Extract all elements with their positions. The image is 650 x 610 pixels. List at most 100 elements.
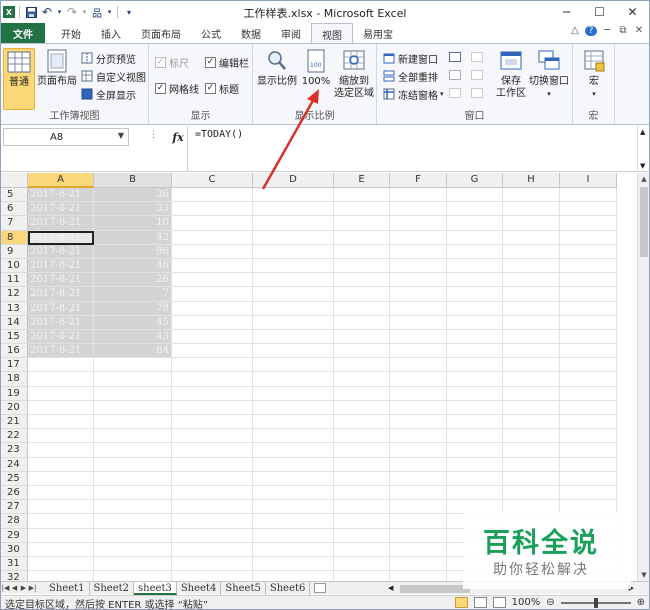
cell-empty[interactable] (334, 230, 390, 245)
row-header[interactable]: 24 (1, 457, 28, 472)
cell-a[interactable] (28, 542, 94, 557)
cell-empty[interactable] (253, 287, 334, 302)
cell-empty[interactable] (253, 386, 334, 401)
cell-empty[interactable] (503, 202, 560, 217)
row-header[interactable]: 10 (1, 258, 28, 274)
normal-view-button[interactable]: 普通 (3, 48, 35, 110)
cell-empty[interactable] (447, 188, 503, 203)
cell-empty[interactable] (503, 273, 560, 288)
cell-a[interactable] (28, 471, 94, 486)
custom-command-dropdown-icon[interactable]: ▾ (106, 4, 113, 20)
insert-sheet-icon[interactable] (314, 583, 327, 593)
cell-empty[interactable] (172, 500, 253, 515)
cell-b[interactable]: 36 (94, 188, 172, 203)
cell-empty[interactable] (172, 301, 253, 316)
headings-checkbox[interactable]: ✓ 标题 (205, 80, 239, 96)
cell-empty[interactable] (390, 258, 447, 274)
column-header-c[interactable]: C (172, 173, 253, 188)
cell-empty[interactable] (503, 485, 560, 501)
cell-empty[interactable] (560, 244, 617, 259)
cell-empty[interactable] (390, 514, 447, 529)
cell-empty[interactable] (334, 471, 390, 486)
zoom-in-icon[interactable]: ⊕ (637, 597, 645, 608)
tab-review[interactable]: 审阅 (271, 23, 311, 43)
cell-b[interactable] (94, 571, 172, 581)
cell-empty[interactable] (447, 216, 503, 231)
cell-empty[interactable] (447, 301, 503, 316)
cell-empty[interactable] (560, 315, 617, 330)
cell-empty[interactable] (172, 571, 253, 581)
cell-empty[interactable] (503, 244, 560, 259)
cell-empty[interactable] (172, 273, 253, 288)
cell-empty[interactable] (253, 202, 334, 217)
formula-bar-dots-icon[interactable]: ⋮ (149, 130, 158, 140)
cell-b[interactable]: 43 (94, 329, 172, 345)
zoom-out-icon[interactable]: ⊖ (546, 597, 554, 608)
cell-empty[interactable] (390, 571, 447, 581)
cell-empty[interactable] (253, 571, 334, 581)
cell-empty[interactable] (560, 400, 617, 415)
tab-page-layout[interactable]: 页面布局 (131, 23, 191, 43)
cell-empty[interactable] (447, 344, 503, 359)
cell-empty[interactable] (390, 273, 447, 288)
cell-empty[interactable] (172, 188, 253, 203)
row-header[interactable]: 32 (1, 571, 28, 581)
reset-position-icon[interactable] (471, 88, 483, 98)
cell-empty[interactable] (172, 528, 253, 543)
cell-empty[interactable] (172, 230, 253, 245)
column-header-g[interactable]: G (447, 173, 503, 188)
cell-a[interactable] (28, 415, 94, 430)
cell-empty[interactable] (447, 230, 503, 245)
formula-bar-checkbox[interactable]: ✓ 编辑栏 (205, 54, 249, 70)
cell-a[interactable]: 2017-8-21 (28, 230, 94, 245)
arrange-all-button[interactable]: 全部重排 (383, 68, 438, 84)
tab-easy-tools[interactable]: 易用宝 (353, 23, 403, 43)
help-icon[interactable]: ? (585, 25, 597, 36)
minimize-button[interactable]: ─ (550, 1, 583, 23)
cell-empty[interactable] (390, 485, 447, 501)
cell-empty[interactable] (253, 230, 334, 245)
cell-empty[interactable] (253, 415, 334, 430)
cell-empty[interactable] (447, 273, 503, 288)
cell-empty[interactable] (560, 429, 617, 444)
cell-empty[interactable] (560, 457, 617, 472)
column-header-i[interactable]: I (560, 173, 617, 188)
scroll-down-icon[interactable]: ▼ (638, 569, 649, 581)
save-icon[interactable] (24, 4, 38, 20)
maximize-button[interactable]: ☐ (583, 1, 616, 23)
prev-sheet-icon[interactable]: ◀ (10, 584, 19, 592)
cell-a[interactable] (28, 485, 94, 501)
cell-b[interactable] (94, 415, 172, 430)
cell-empty[interactable] (447, 415, 503, 430)
column-header-a[interactable]: A (28, 173, 94, 188)
cell-b[interactable]: 45 (94, 315, 172, 330)
cell-empty[interactable] (503, 372, 560, 387)
view-side-by-side-icon[interactable] (471, 52, 483, 62)
zoom-100-button[interactable]: 100 100% (301, 48, 331, 88)
cell-empty[interactable] (390, 400, 447, 415)
row-header[interactable]: 29 (1, 528, 28, 543)
cell-empty[interactable] (447, 287, 503, 302)
cell-empty[interactable] (560, 258, 617, 274)
cell-b[interactable] (94, 372, 172, 387)
cell-empty[interactable] (390, 188, 447, 203)
cell-empty[interactable] (253, 528, 334, 543)
cell-empty[interactable] (334, 358, 390, 373)
scroll-left-icon[interactable]: ◀ (388, 584, 393, 592)
tab-data[interactable]: 数据 (231, 23, 271, 43)
row-header[interactable]: 23 (1, 443, 28, 458)
cell-b[interactable]: 33 (94, 202, 172, 217)
cell-a[interactable] (28, 514, 94, 529)
cell-empty[interactable] (447, 258, 503, 274)
cell-empty[interactable] (253, 273, 334, 288)
cell-empty[interactable] (334, 500, 390, 515)
tab-formulas[interactable]: 公式 (191, 23, 231, 43)
cell-empty[interactable] (334, 202, 390, 217)
cell-empty[interactable] (172, 372, 253, 387)
cell-empty[interactable] (390, 329, 447, 345)
cell-empty[interactable] (253, 500, 334, 515)
cell-empty[interactable] (390, 471, 447, 486)
row-header[interactable]: 12 (1, 287, 28, 302)
cell-empty[interactable] (560, 443, 617, 458)
first-sheet-icon[interactable]: |◀ (1, 584, 10, 592)
